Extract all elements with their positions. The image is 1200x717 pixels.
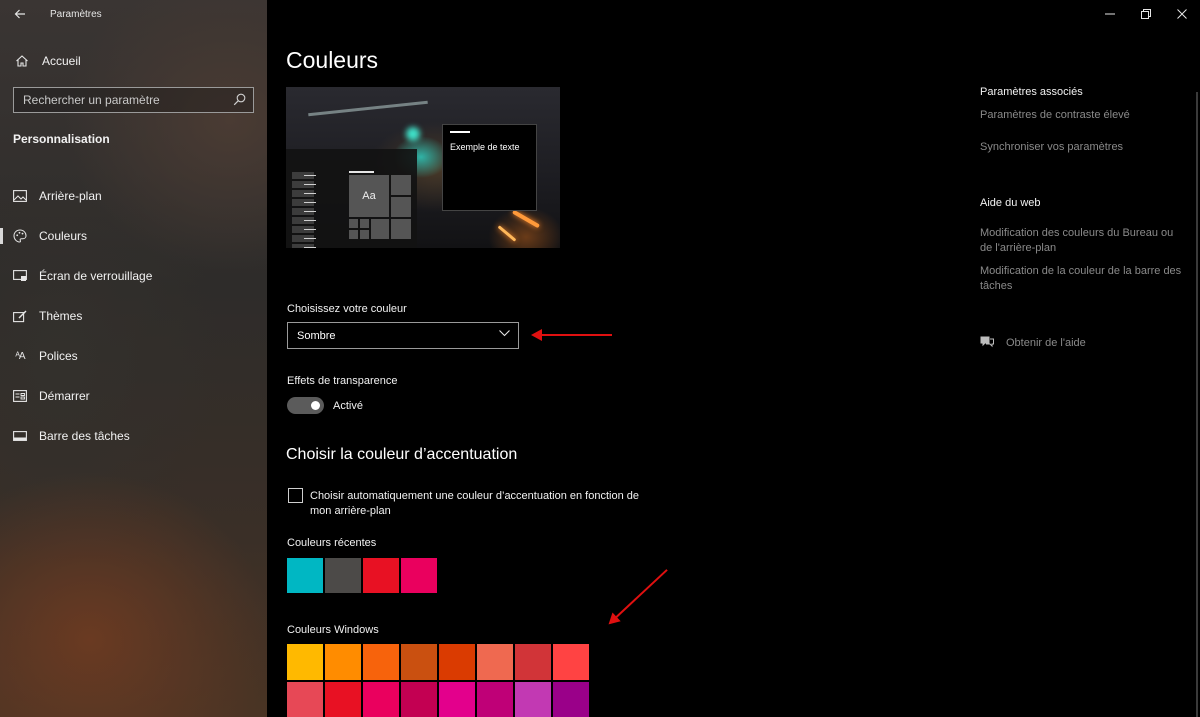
page-title: Couleurs [286,47,379,73]
sidebar-item-label: Couleurs [39,229,88,243]
lock-screen-icon [12,268,28,284]
font-icon: ᴬA [15,350,25,362]
annotation-arrow [531,329,612,341]
get-help-label: Obtenir de l'aide [1006,337,1086,349]
sidebar-item-label: Thèmes [39,309,83,323]
preview-window: Exemple de texte [442,124,537,211]
sidebar-item-label: Polices [39,349,78,363]
color-swatch[interactable] [363,682,399,717]
preview-tiles: Aa [349,175,411,247]
preview-window-bar [450,131,470,133]
section-title: Personnalisation [13,132,110,146]
preview-accent-line [349,171,374,173]
app-title: Paramètres [50,8,102,20]
home-link[interactable]: Accueil [14,52,81,70]
color-swatch[interactable] [515,682,551,717]
color-swatch[interactable] [325,644,361,680]
preview-wallpaper-detail [308,100,428,117]
high-contrast-link[interactable]: Paramètres de contraste élevé [980,108,1185,123]
chat-help-icon [980,336,994,350]
chevron-down-icon [499,330,510,341]
sidebar-item-label: Barre des tâches [39,429,130,443]
title-bar: Paramètres [0,0,267,28]
preview-app-list [292,172,316,248]
sidebar-item-colors[interactable]: Couleurs [0,216,267,256]
color-swatch[interactable] [401,682,437,717]
color-swatch[interactable] [363,644,399,680]
accent-section-title: Choisir la couleur d’accentuation [286,446,518,463]
web-help-title: Aide du web [980,197,1041,209]
sidebar-item-themes[interactable]: Thèmes [0,296,267,336]
preview-wallpaper-glow [406,127,420,141]
sidebar-item-start[interactable]: Démarrer [0,376,267,416]
search-input[interactable]: Rechercher un paramètre [13,87,254,113]
preview-start-menu: Aa [286,149,417,248]
color-swatch[interactable] [363,558,399,593]
transparency-state: Activé [333,400,363,412]
sidebar-item-fonts[interactable]: ᴬA Polices [0,336,267,376]
recent-colors-label: Couleurs récentes [287,537,377,549]
color-swatch[interactable] [553,682,589,717]
palette-icon [12,228,28,244]
windows-colors [287,644,593,717]
color-swatch[interactable] [477,682,513,717]
auto-accent-checkbox[interactable] [288,488,303,503]
start-icon [12,388,28,404]
toggle-knob [311,401,320,410]
back-arrow-icon [14,9,25,19]
color-swatch[interactable] [287,644,323,680]
color-swatch[interactable] [287,558,323,593]
dropdown-value: Sombre [297,329,336,342]
color-mode-dropdown[interactable]: Sombre [287,322,519,349]
color-swatch[interactable] [439,682,475,717]
home-label: Accueil [42,54,81,68]
scrollbar[interactable] [1196,92,1198,717]
color-swatch[interactable] [325,558,361,593]
sidebar-item-label: Arrière-plan [39,189,102,203]
home-icon [14,53,30,69]
color-swatch[interactable] [553,644,589,680]
sync-settings-link[interactable]: Synchroniser vos paramètres [980,140,1185,155]
search-icon[interactable] [233,93,247,107]
preview-tile-label: Aa [349,175,389,217]
taskbar-icon [12,428,28,444]
desktop-colors-help-link[interactable]: Modification des couleurs du Bureau ou d… [980,226,1185,256]
color-swatch[interactable] [401,558,437,593]
color-swatch[interactable] [515,644,551,680]
windows-colors-label: Couleurs Windows [287,624,379,636]
sidebar-item-background[interactable]: Arrière-plan [0,176,267,216]
color-swatch[interactable] [477,644,513,680]
related-settings-title: Paramètres associés [980,86,1083,98]
auto-accent-label[interactable]: Choisir automatiquement une couleur d’ac… [310,489,655,519]
taskbar-color-help-link[interactable]: Modification de la couleur de la barre d… [980,264,1185,294]
preview-sample-text: Exemple de texte [450,142,520,152]
sidebar-item-taskbar[interactable]: Barre des tâches [0,416,267,456]
color-swatch[interactable] [439,644,475,680]
sidebar-item-lock-screen[interactable]: Écran de verrouillage [0,256,267,296]
image-icon [12,188,28,204]
preview-wallpaper-glow [512,209,540,229]
color-swatch[interactable] [325,682,361,717]
sidebar-nav: Arrière-plan Couleurs Écran de verrouill… [0,176,267,456]
brush-icon [12,308,28,324]
sidebar-item-label: Démarrer [39,389,90,403]
preview-wallpaper-glow [497,225,517,242]
transparency-label: Effets de transparence [287,375,398,387]
sidebar: Paramètres Accueil Rechercher un paramèt… [0,0,267,717]
transparency-toggle[interactable] [287,397,324,414]
sidebar-item-label: Écran de verrouillage [39,269,153,283]
color-swatch[interactable] [401,644,437,680]
color-swatch[interactable] [287,682,323,717]
search-placeholder: Rechercher un paramètre [23,93,160,107]
get-help-link[interactable]: Obtenir de l'aide [980,336,1086,350]
theme-preview: Aa Exemple de texte [286,87,560,248]
back-button[interactable] [0,0,40,28]
recent-colors [287,558,439,593]
choose-color-label: Choisissez votre couleur [287,303,407,315]
